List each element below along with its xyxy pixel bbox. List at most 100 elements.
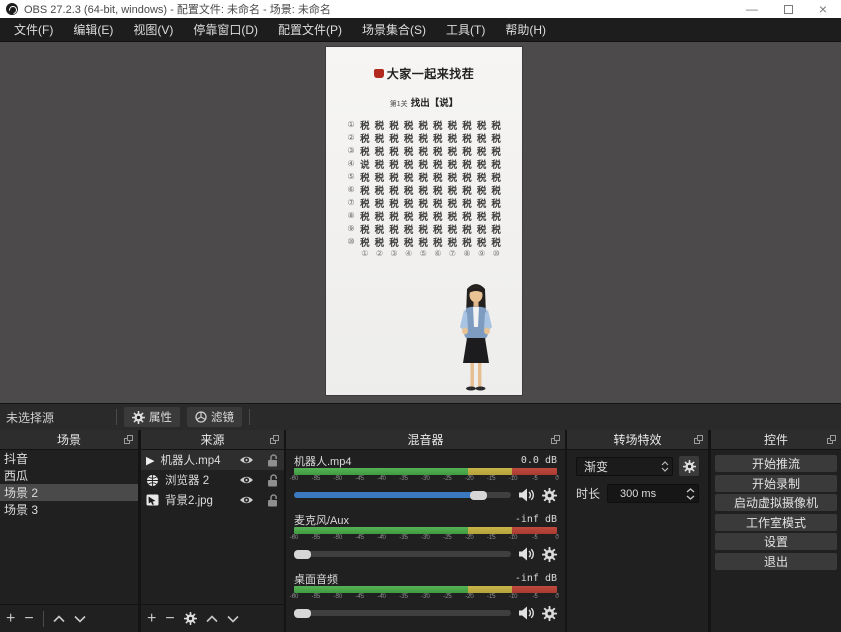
- slider-handle[interactable]: [470, 491, 487, 500]
- program-canvas[interactable]: 大家一起来找茬 第1关找出【说】 ①税税税税税税税税税税②税税税税税税税税税税③…: [326, 47, 522, 395]
- mixer-gear-icon[interactable]: [542, 547, 557, 562]
- add-source-button[interactable]: +: [147, 611, 156, 627]
- transition-select[interactable]: 渐变: [576, 457, 673, 476]
- grid-row-10: ⑩税税税税税税税税税税: [326, 235, 522, 248]
- duration-spinbox[interactable]: 300 ms: [607, 484, 699, 503]
- slider-handle[interactable]: [294, 609, 311, 618]
- move-source-down-button[interactable]: [227, 615, 239, 623]
- grid-char: 税: [445, 118, 460, 132]
- grid-char: 税: [372, 209, 387, 223]
- properties-button[interactable]: 属性: [124, 407, 180, 427]
- lock-icon[interactable]: [267, 474, 279, 487]
- control-button-1[interactable]: 开始推流: [715, 455, 837, 472]
- mixer-gear-icon[interactable]: [542, 606, 557, 621]
- source-item-1[interactable]: ▶机器人.mp4: [141, 450, 284, 470]
- move-scene-down-button[interactable]: [74, 615, 86, 623]
- visibility-eye-icon[interactable]: [239, 495, 254, 505]
- menu-item-1[interactable]: 文件(F): [4, 18, 63, 42]
- grid-char: 税: [474, 144, 489, 158]
- popout-icon[interactable]: [827, 435, 837, 445]
- dropdown-spinner-icon: [658, 461, 672, 472]
- control-button-4[interactable]: 工作室模式: [715, 514, 837, 531]
- source-properties-button[interactable]: [184, 612, 197, 625]
- menu-bar: 文件(F)编辑(E)视图(V)停靠窗口(D)配置文件(P)场景集合(S)工具(T…: [0, 18, 841, 42]
- mute-speaker-icon[interactable]: [518, 547, 535, 561]
- remove-scene-button[interactable]: −: [24, 611, 33, 627]
- mixer-slider-row: [294, 487, 557, 503]
- tick-label: -25: [443, 535, 452, 541]
- col-label: ④: [401, 249, 416, 258]
- scene-item-3[interactable]: 场景 2: [0, 484, 138, 501]
- close-button[interactable]: ×: [819, 3, 827, 15]
- preview-area: 大家一起来找茬 第1关找出【说】 ①税税税税税税税税税税②税税税税税税税税税税③…: [0, 42, 841, 403]
- popout-icon[interactable]: [694, 435, 704, 445]
- sources-panel: 来源 ▶机器人.mp4浏览器 2背景2.jpg + −: [141, 430, 284, 632]
- menu-item-8[interactable]: 帮助(H): [495, 18, 556, 42]
- transition-properties-button[interactable]: [679, 456, 699, 476]
- grid-char: 税: [460, 183, 475, 197]
- spinbox-arrows-icon[interactable]: [685, 488, 698, 500]
- menu-item-2[interactable]: 编辑(E): [63, 18, 123, 42]
- source-item-3[interactable]: 背景2.jpg: [141, 490, 284, 510]
- lock-icon[interactable]: [267, 494, 279, 507]
- popout-icon[interactable]: [551, 435, 561, 445]
- row-label: ④: [345, 159, 358, 168]
- transitions-panel-title: 转场特效: [613, 431, 661, 448]
- remove-source-button[interactable]: −: [165, 611, 174, 627]
- visibility-eye-icon[interactable]: [239, 475, 254, 485]
- tick-label: -45: [355, 535, 364, 541]
- game-task: 找出【说】: [411, 98, 459, 109]
- col-label: ⑥: [431, 249, 446, 258]
- mixer-gear-icon[interactable]: [542, 488, 557, 503]
- mixer-channel-1: 机器人.mp40.0 dB-60-55-50-45-40-35-30-25-20…: [294, 453, 557, 503]
- volume-slider[interactable]: [294, 487, 511, 503]
- grid-char: 税: [401, 235, 416, 249]
- mute-speaker-icon[interactable]: [518, 606, 535, 620]
- duration-value: 300 ms: [608, 488, 685, 500]
- scenes-panel: 场景 抖音西瓜场景 2场景 3 + −: [0, 430, 138, 632]
- volume-slider[interactable]: [294, 605, 511, 621]
- control-button-6[interactable]: 退出: [715, 553, 837, 570]
- move-scene-up-button[interactable]: [53, 615, 65, 623]
- grid-char: 税: [401, 209, 416, 223]
- move-source-up-button[interactable]: [206, 615, 218, 623]
- grid-char: 税: [372, 170, 387, 184]
- control-button-5[interactable]: 设置: [715, 533, 837, 550]
- mute-speaker-icon[interactable]: [518, 488, 535, 502]
- grid-row-5: ⑤税税税税税税税税税税: [326, 170, 522, 183]
- grid-char: 税: [372, 183, 387, 197]
- source-name: 机器人.mp4: [160, 452, 233, 468]
- menu-item-5[interactable]: 配置文件(P): [268, 18, 352, 42]
- dock: 场景 抖音西瓜场景 2场景 3 + − 来源 ▶机器人.mp4浏览器 2背景2.…: [0, 430, 841, 632]
- filters-button[interactable]: 滤镜: [187, 407, 242, 427]
- lock-icon[interactable]: [267, 454, 279, 467]
- scene-item-4[interactable]: 场景 3: [0, 501, 138, 518]
- filters-icon: [195, 411, 207, 423]
- volume-slider[interactable]: [294, 546, 511, 562]
- source-toolbar: 未选择源 属性 滤镜: [0, 403, 841, 430]
- popout-icon[interactable]: [270, 435, 280, 445]
- source-image-icon: [146, 494, 159, 506]
- control-button-2[interactable]: 开始录制: [715, 475, 837, 492]
- add-scene-button[interactable]: +: [6, 611, 15, 627]
- mixer-channel-db: -inf dB: [515, 514, 557, 525]
- menu-item-7[interactable]: 工具(T): [436, 18, 495, 42]
- menu-item-6[interactable]: 场景集合(S): [352, 18, 436, 42]
- popout-icon[interactable]: [124, 435, 134, 445]
- control-button-3[interactable]: 启动虚拟摄像机: [715, 494, 837, 511]
- slider-handle[interactable]: [294, 550, 311, 559]
- tick-label: -25: [443, 476, 452, 482]
- maximize-button[interactable]: [784, 5, 793, 14]
- grid-char: 税: [445, 144, 460, 158]
- duration-label: 时长: [576, 485, 600, 502]
- source-item-2[interactable]: 浏览器 2: [141, 470, 284, 490]
- visibility-eye-icon[interactable]: [239, 455, 254, 465]
- grid-char: 税: [431, 183, 446, 197]
- menu-item-4[interactable]: 停靠窗口(D): [183, 18, 268, 42]
- grid-char: 税: [460, 235, 475, 249]
- scene-item-2[interactable]: 西瓜: [0, 467, 138, 484]
- minimize-button[interactable]: —: [746, 3, 758, 15]
- menu-item-3[interactable]: 视图(V): [123, 18, 183, 42]
- scene-item-1[interactable]: 抖音: [0, 450, 138, 467]
- grid-char: 税: [474, 235, 489, 249]
